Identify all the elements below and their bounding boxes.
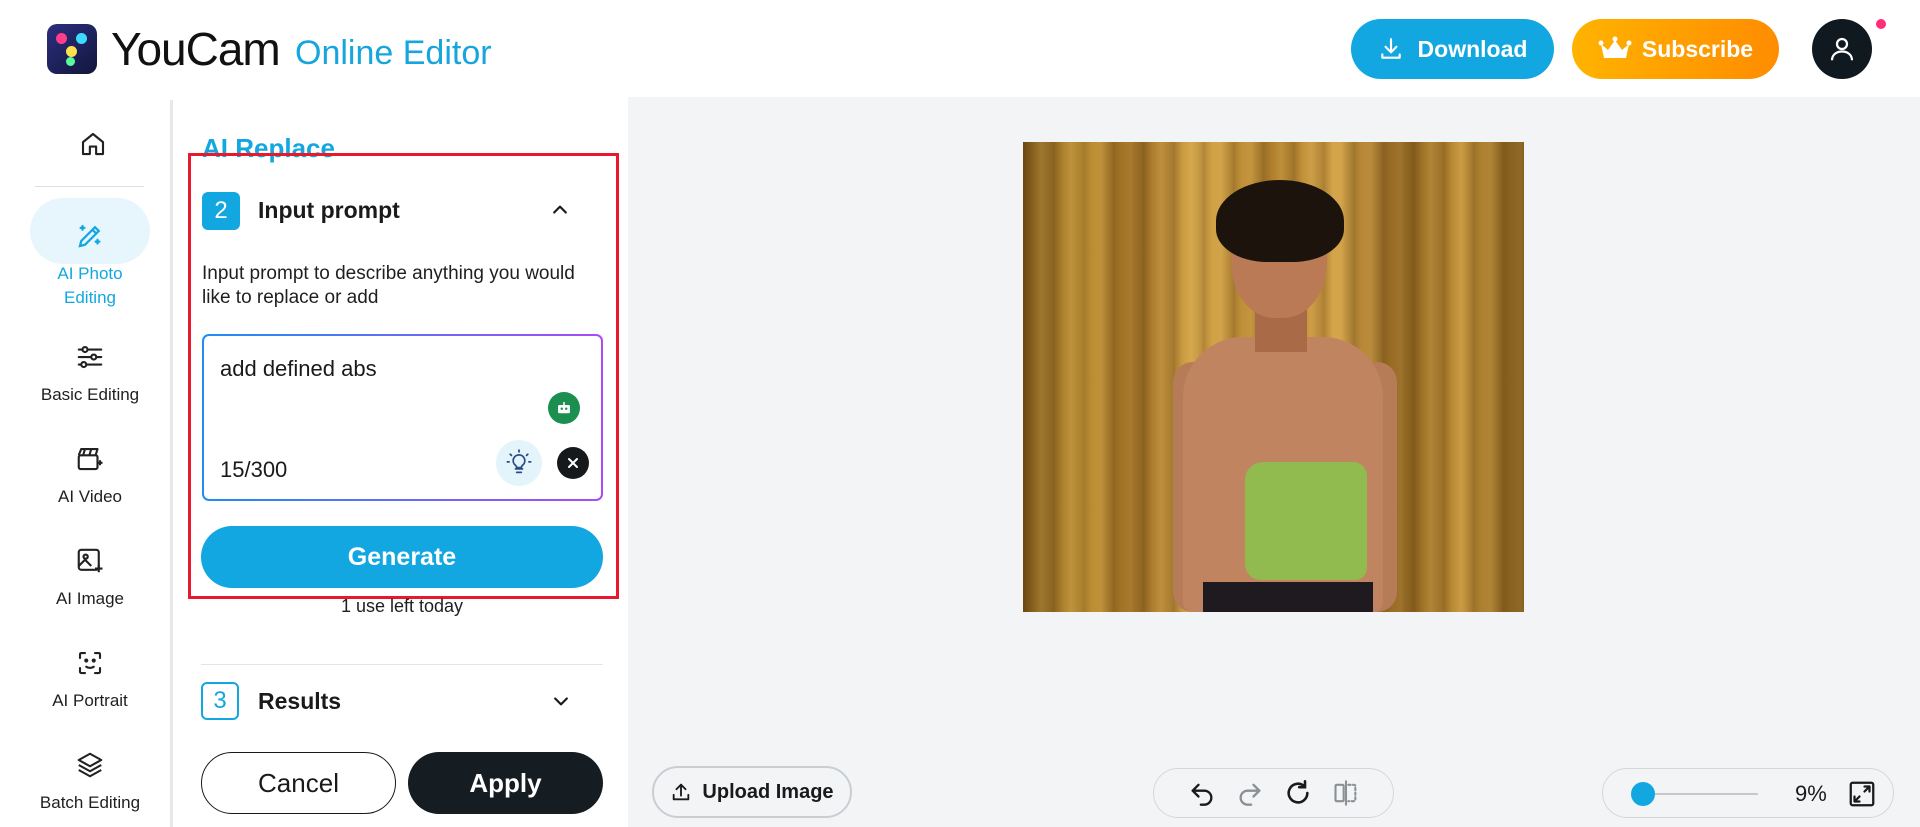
subscribe-button[interactable]: Subscribe [1572, 19, 1779, 79]
upload-label: Upload Image [702, 780, 834, 803]
history-toolbar [1153, 768, 1394, 818]
clapper-icon [68, 437, 112, 481]
section-title-results[interactable]: Results [258, 688, 341, 715]
rail-label: Basic Editing [40, 385, 140, 404]
redo-icon [1239, 783, 1260, 806]
image-sparkle-icon [68, 539, 112, 583]
rail-border [170, 100, 173, 827]
rail-item-ai-video[interactable]: AI Video [20, 437, 160, 509]
download-label: Download [1417, 35, 1528, 62]
rail-label: AI Portrait [52, 691, 128, 710]
apply-button[interactable]: Apply [408, 752, 603, 814]
compare-button[interactable] [1330, 777, 1362, 809]
subscribe-label: Subscribe [1641, 35, 1754, 62]
rail-item-basic-editing[interactable]: Basic Editing [20, 335, 160, 407]
edited-photo[interactable] [1023, 142, 1524, 612]
section-divider [201, 664, 603, 665]
close-icon [568, 458, 578, 468]
download-icon [1380, 38, 1401, 59]
home-icon [81, 132, 105, 156]
notification-dot [1876, 19, 1886, 29]
prompt-description: Input prompt to describe anything you wo… [202, 263, 575, 308]
user-avatar[interactable] [1812, 19, 1872, 79]
reset-button[interactable] [1282, 777, 1314, 809]
ai-assistant-button[interactable] [548, 392, 580, 424]
rail-label: AI Video [58, 487, 122, 506]
youcam-logo-icon[interactable] [47, 24, 97, 74]
rail-item-ai-portrait[interactable]: AI Portrait [20, 641, 160, 713]
generate-button[interactable]: Generate [201, 526, 603, 588]
prompt-input-box[interactable]: add defined abs 15/300 [202, 334, 603, 501]
uses-left-text: 1 use left today [340, 596, 464, 616]
collapse-input-prompt-button[interactable] [548, 198, 572, 222]
chevron-up-icon [553, 205, 567, 214]
cancel-button[interactable]: Cancel [201, 752, 396, 814]
sliders-icon [68, 335, 112, 379]
lightbulb-icon [506, 449, 532, 474]
download-button[interactable]: Download [1351, 19, 1554, 79]
prompt-text[interactable]: add defined abs [220, 356, 550, 382]
undo-icon [1191, 783, 1212, 806]
rail-label: AI Image [55, 589, 125, 608]
step-3-badge: 3 [201, 682, 239, 720]
compare-icon [1333, 780, 1356, 806]
robot-icon [558, 402, 570, 414]
rail-label: AI Photo Editing [57, 264, 123, 307]
chevron-down-icon [554, 697, 568, 706]
crown-icon [1598, 36, 1632, 58]
prompt-ideas-button[interactable] [496, 440, 542, 486]
user-icon [1830, 37, 1854, 61]
brand-product[interactable]: Online Editor [295, 34, 492, 73]
selection-mask[interactable] [1245, 462, 1367, 580]
face-scan-icon [68, 641, 112, 685]
rail-divider [35, 186, 144, 187]
rail-item-batch-editing[interactable]: Batch Editing [20, 743, 160, 815]
rail-label: Batch Editing [39, 793, 141, 812]
expand-results-button[interactable] [549, 689, 573, 713]
upload-icon [673, 783, 690, 801]
expand-icon [1849, 781, 1875, 807]
step-2-badge: 2 [202, 192, 240, 230]
app-header: YouCam Online Editor Download Subscribe [0, 0, 1920, 97]
char-counter: 15/300 [220, 457, 288, 482]
undo-button[interactable] [1186, 777, 1218, 809]
reset-icon [1286, 780, 1309, 804]
upload-image-button[interactable]: Upload Image [652, 766, 852, 818]
zoom-control: 9% [1602, 768, 1894, 818]
home-button[interactable] [73, 124, 113, 164]
rail-item-ai-photo-editing[interactable]: AI Photo Editing [20, 198, 160, 310]
zoom-slider-handle[interactable] [1631, 782, 1655, 806]
section-title-input-prompt[interactable]: Input prompt [258, 197, 400, 224]
redo-button[interactable] [1234, 777, 1266, 809]
brand-name[interactable]: YouCam [111, 22, 281, 76]
zoom-value: 9% [1795, 781, 1827, 806]
clear-prompt-button[interactable] [557, 447, 589, 479]
zoom-slider-track[interactable] [1643, 793, 1758, 795]
fit-to-screen-button[interactable] [1845, 777, 1879, 811]
rail-item-ai-image[interactable]: AI Image [20, 539, 160, 611]
layers-icon [68, 743, 112, 787]
magic-pencil-icon [68, 214, 112, 258]
